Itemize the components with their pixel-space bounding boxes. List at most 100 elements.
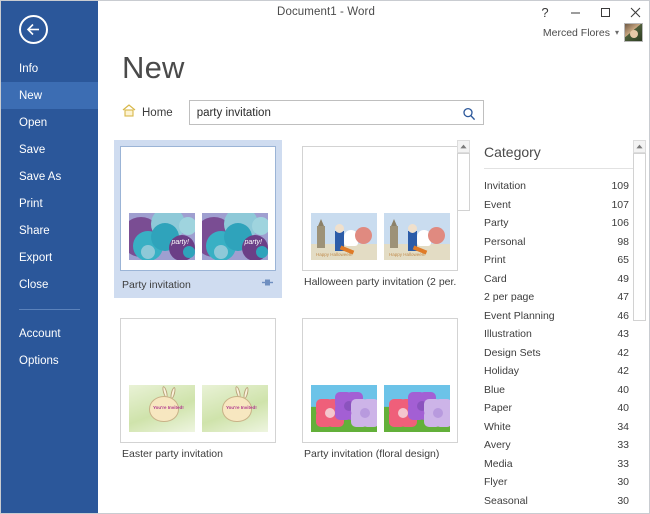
category-row[interactable]: Flyer 30: [476, 473, 649, 492]
category-label: Media: [484, 457, 513, 470]
back-arrow-icon[interactable]: [19, 15, 48, 44]
sidebar-item-save-as[interactable]: Save As: [1, 163, 98, 190]
category-row[interactable]: Event Planning 46: [476, 307, 649, 326]
category-label: 2 per page: [484, 291, 535, 304]
invitation-card: You're Invited!: [129, 385, 195, 432]
category-label: Avery: [484, 439, 511, 452]
category-row[interactable]: Holiday 42: [476, 362, 649, 381]
category-row[interactable]: 2 per page 47: [476, 288, 649, 307]
template-caption: Easter party invitation: [122, 448, 223, 460]
category-panel: Category Invitation 109 Event 107 Party 106…: [476, 140, 649, 513]
category-row[interactable]: Card 49: [476, 270, 649, 289]
sidebar-item-share[interactable]: Share: [1, 217, 98, 244]
template-card[interactable]: You're Invited! You're Invited! Easter p…: [114, 312, 282, 464]
sidebar-item-new[interactable]: New: [1, 82, 98, 109]
category-row[interactable]: Party 106: [476, 214, 649, 233]
scroll-up-icon[interactable]: [457, 140, 470, 153]
category-row[interactable]: Media 33: [476, 455, 649, 474]
main-content: New Home party invitation party! party! …: [98, 45, 649, 513]
restore-icon[interactable]: [597, 4, 613, 20]
category-row[interactable]: Illustration 43: [476, 325, 649, 344]
window-controls: ?: [537, 4, 643, 20]
category-row[interactable]: Seasonal 30: [476, 492, 649, 511]
card-label: party!: [244, 239, 262, 246]
sidebar-item-export[interactable]: Export: [1, 244, 98, 271]
sidebar-item-print[interactable]: Print: [1, 190, 98, 217]
sidebar-item-open[interactable]: Open: [1, 109, 98, 136]
category-row[interactable]: Blue 40: [476, 381, 649, 400]
category-count: 34: [617, 420, 629, 433]
template-caption-row: Halloween party invitation (2 per...: [302, 276, 458, 288]
card-label: You're Invited!: [226, 405, 257, 410]
card-label: You're Invited!: [153, 405, 184, 410]
category-count: 43: [617, 328, 629, 341]
sidebar-item-label: Share: [19, 224, 50, 237]
avatar[interactable]: [624, 23, 643, 42]
category-list: Invitation 109 Event 107 Party 106 Personal…: [476, 177, 649, 513]
home-link[interactable]: Home: [122, 103, 173, 122]
category-count: 40: [617, 402, 629, 415]
sidebar-divider: [19, 309, 80, 310]
category-row[interactable]: Event 107: [476, 196, 649, 215]
minimize-icon[interactable]: [567, 4, 583, 20]
template-caption-row: Party invitation (floral design): [302, 448, 458, 460]
category-count: 33: [617, 457, 629, 470]
sidebar-item-label: Close: [19, 278, 49, 291]
sidebar-item-label: Print: [19, 197, 43, 210]
invitation-card: You're Invited!: [202, 385, 268, 432]
template-thumbnail: Happy Halloween! Happy Halloween!: [302, 146, 458, 271]
invitation-card: Happy Halloween!: [384, 213, 450, 260]
category-label: Illustration: [484, 328, 532, 341]
template-card[interactable]: party! party! Party invitation: [114, 140, 282, 298]
category-row[interactable]: Paper 40: [476, 399, 649, 418]
category-count: 42: [617, 365, 629, 378]
template-caption: Party invitation: [122, 279, 191, 291]
category-row[interactable]: Personal 98: [476, 233, 649, 252]
template-thumbnail: party! party!: [120, 146, 276, 271]
help-icon[interactable]: ?: [537, 4, 553, 20]
close-icon[interactable]: [627, 4, 643, 20]
search-box[interactable]: [188, 100, 484, 125]
chevron-down-icon[interactable]: ▾: [615, 28, 619, 37]
scrollbar-thumb[interactable]: [633, 153, 646, 321]
search-icon[interactable]: [459, 104, 479, 123]
page-title: New: [122, 50, 185, 85]
category-count: 106: [611, 217, 629, 230]
sidebar-item-label: Account: [19, 327, 61, 340]
sidebar-item-close[interactable]: Close: [1, 271, 98, 298]
category-scrollbar[interactable]: [633, 140, 646, 513]
category-row[interactable]: Design Sets 42: [476, 344, 649, 363]
thumbnail-artwork: party! party!: [129, 213, 269, 260]
category-label: Seasonal: [484, 494, 528, 507]
account-area[interactable]: Merced Flores ▾: [543, 23, 643, 42]
pin-icon[interactable]: [261, 276, 274, 294]
template-caption: Halloween party invitation (2 per...: [304, 276, 456, 288]
search-input[interactable]: [196, 101, 452, 124]
category-row[interactable]: Avery 33: [476, 436, 649, 455]
category-count: 98: [617, 235, 629, 248]
sidebar-item-account[interactable]: Account: [1, 320, 98, 347]
scroll-up-icon[interactable]: [633, 140, 646, 153]
sidebar-item-label: Options: [19, 354, 59, 367]
category-row[interactable]: Invitation 109: [476, 177, 649, 196]
sidebar-item-label: Open: [19, 116, 48, 129]
category-row[interactable]: Print 65: [476, 251, 649, 270]
sidebar-item-label: New: [19, 89, 43, 102]
category-label: Personal: [484, 235, 526, 248]
sidebar-item-options[interactable]: Options: [1, 347, 98, 374]
scrollbar-thumb[interactable]: [457, 153, 470, 211]
account-name: Merced Flores: [542, 26, 610, 39]
sidebar-item-label: Info: [19, 62, 39, 75]
category-row[interactable]: A226: [476, 510, 649, 513]
templates-scrollbar[interactable]: [457, 140, 470, 513]
thumbnail-artwork: [311, 385, 451, 432]
sidebar-item-info[interactable]: Info: [1, 55, 98, 82]
category-label: Blue: [484, 383, 506, 396]
category-row[interactable]: White 34: [476, 418, 649, 437]
category-count: 30: [617, 476, 629, 489]
template-thumbnail: You're Invited! You're Invited!: [120, 318, 276, 443]
template-card[interactable]: Happy Halloween! Happy Halloween! Hallow…: [296, 140, 464, 298]
sidebar-item-save[interactable]: Save: [1, 136, 98, 163]
category-label: Event Planning: [484, 309, 555, 322]
template-card[interactable]: Party invitation (floral design): [296, 312, 464, 464]
